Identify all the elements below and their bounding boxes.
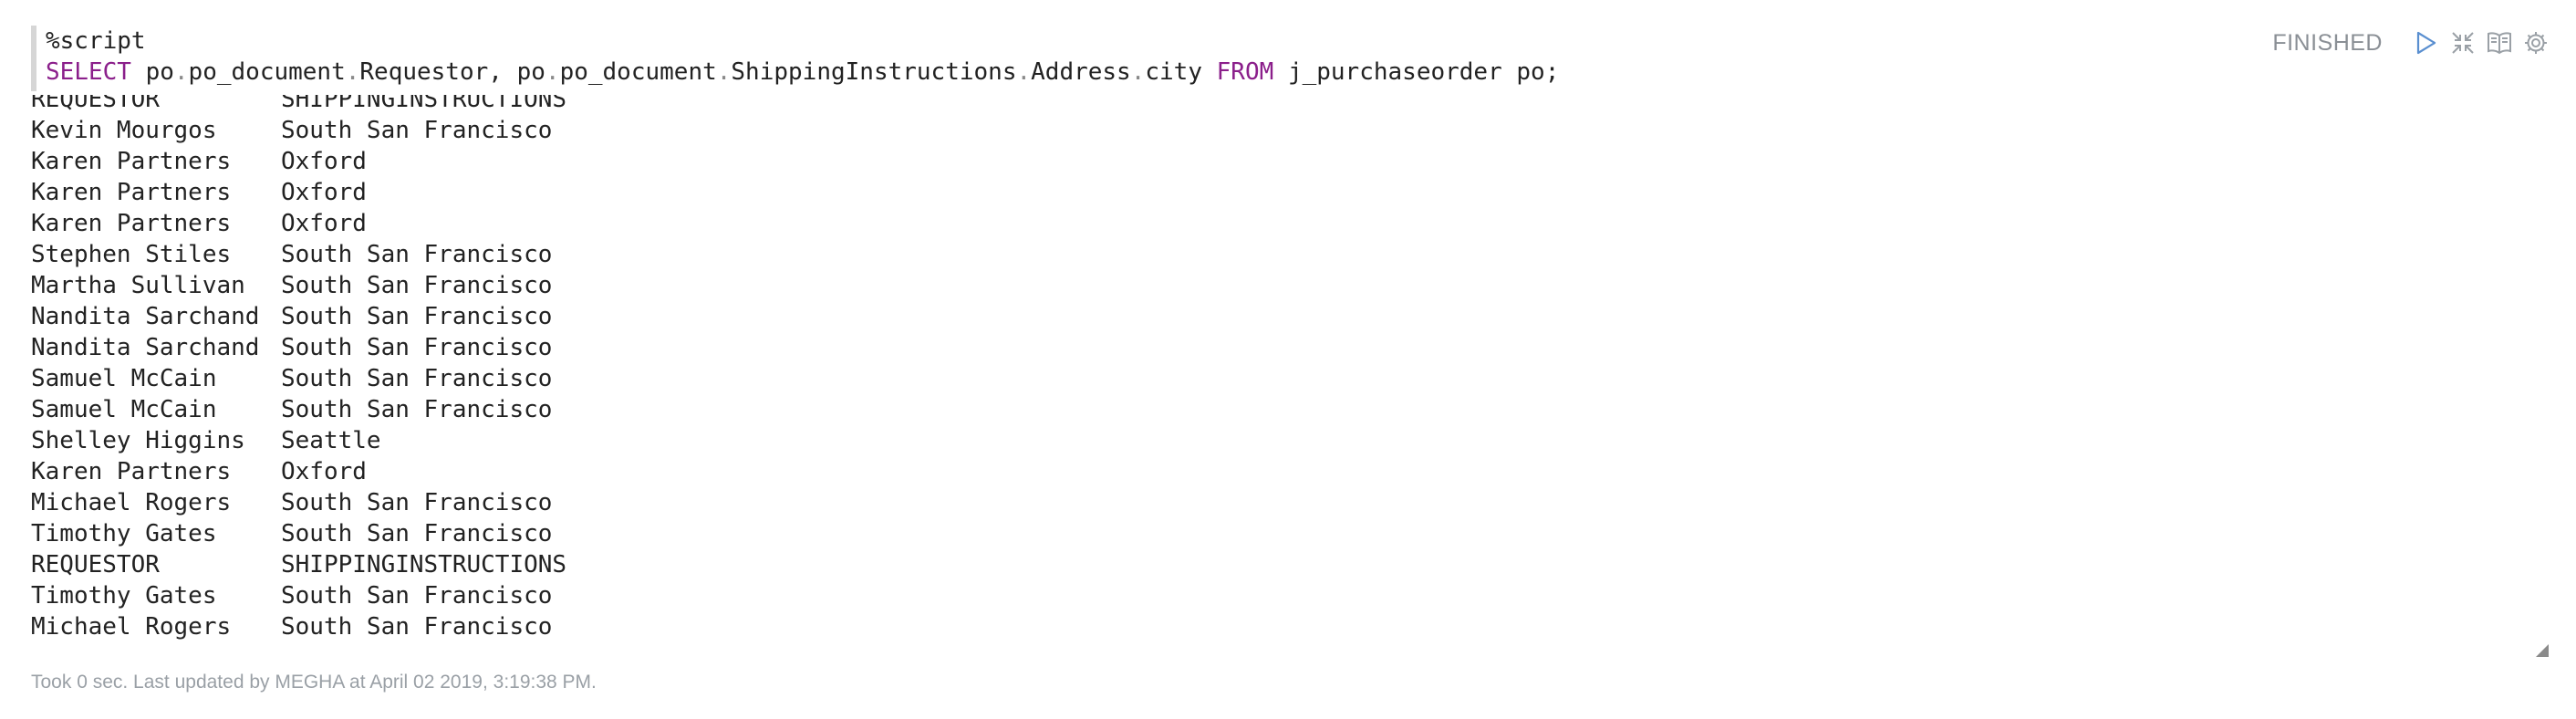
requestor-cell: Karen Partners [31,179,232,206]
requestor-cell: Stephen Stiles [31,241,232,268]
city-cell: Oxford [281,458,367,485]
city-cell: Oxford [281,210,367,237]
requestor-cell: Karen Partners [31,210,232,237]
code-token: city [1145,58,1202,86]
requestor-cell: REQUESTOR [31,551,160,578]
result-row: Karen Partners Oxford [31,146,828,177]
result-row: Timothy Gates South San Francisco [31,580,828,611]
city-cell: South San Francisco [281,272,553,299]
city-cell: South San Francisco [281,365,553,392]
result-row: Michael Rogers South San Francisco [31,487,828,518]
requestor-cell: Michael Rogers [31,613,232,641]
code-line-1: %script [46,27,146,55]
result-row: Shelley Higgins Seattle [31,425,828,456]
requestor-cell: Timothy Gates [31,520,217,547]
code-editor[interactable]: %script SELECT po.po_document.Requestor,… [31,26,2284,91]
city-cell: South San Francisco [281,520,553,547]
result-row: Stephen Stiles South San Francisco [31,239,828,270]
result-row: Timothy Gates South San Francisco [31,518,828,549]
result-row: Karen Partners Oxford [31,208,828,239]
requestor-cell: Samuel McCain [31,396,217,423]
keyword-select: SELECT [46,58,131,86]
city-cell: Oxford [281,148,367,175]
city-cell: South San Francisco [281,241,553,268]
city-cell: South San Francisco [281,396,553,423]
code-token: po [145,58,174,86]
code-line-2: SELECT po.po_document.Requestor, po.po_d… [46,58,1560,86]
requestor-cell: Timothy Gates [31,582,217,610]
requestor-cell: Karen Partners [31,148,232,175]
result-row: Nandita Sarchand South San Francisco [31,332,828,363]
result-row: Martha Sullivan South San Francisco [31,270,828,301]
code-token: po_document [188,58,346,86]
city-cell: SHIPPINGINSTRUCTIONS [281,95,567,113]
code-token: ShippingInstructions [731,58,1017,86]
gear-icon[interactable] [2523,30,2549,56]
requestor-cell: Martha Sullivan [31,272,245,299]
code-token: po [516,58,545,86]
city-cell: South San Francisco [281,613,553,641]
result-row: Samuel McCain South San Francisco [31,363,828,394]
book-icon[interactable] [2487,30,2512,56]
paragraph-controls: FINISHED [2272,27,2549,58]
requestor-cell: Nandita Sarchand [31,334,260,361]
city-cell: Seattle [281,427,381,454]
code-token: po_document [559,58,717,86]
result-row: Samuel McCain South San Francisco [31,394,828,425]
result-row: Michael Rogers South San Francisco [31,611,828,642]
city-cell: South San Francisco [281,582,553,610]
city-cell: Oxford [281,179,367,206]
result-row: Kevin Mourgos South San Francisco [31,115,828,146]
result-row: Nandita Sarchand South San Francisco [31,301,828,332]
result-row: REQUESTOR SHIPPINGINSTRUCTIONS [31,95,828,115]
status-label: FINISHED [2272,29,2383,56]
result-rows: REQUESTOR SHIPPINGINSTRUCTIONS Kevin Mourg… [31,95,828,642]
keyword-from: FROM [1216,58,1274,86]
requestor-cell: Michael Rogers [31,489,232,516]
requestor-cell: Kevin Mourgos [31,117,217,144]
city-cell: South San Francisco [281,117,553,144]
execution-footer: Took 0 sec. Last updated by MEGHA at Apr… [31,672,597,693]
result-row: Karen Partners Oxford [31,177,828,208]
code-token: j_purchaseorder po; [1287,58,1560,86]
code-token: Address [1031,58,1131,86]
result-row: REQUESTOR SHIPPINGINSTRUCTIONS [31,549,828,580]
run-icon[interactable] [2414,30,2439,56]
resize-handle[interactable] [2536,644,2549,657]
collapse-icon[interactable] [2450,30,2476,56]
requestor-cell: Samuel McCain [31,365,217,392]
requestor-cell: Shelley Higgins [31,427,245,454]
result-output: REQUESTOR SHIPPINGINSTRUCTIONS Kevin Mourg… [31,95,2494,661]
requestor-cell: Karen Partners [31,458,232,485]
city-cell: South San Francisco [281,334,553,361]
result-row: Karen Partners Oxford [31,456,828,487]
code-token: Requestor [359,58,489,86]
city-cell: SHIPPINGINSTRUCTIONS [281,551,567,578]
city-cell: South San Francisco [281,303,553,330]
requestor-cell: Nandita Sarchand [31,303,260,330]
city-cell: South San Francisco [281,489,553,516]
requestor-cell: REQUESTOR [31,95,160,113]
